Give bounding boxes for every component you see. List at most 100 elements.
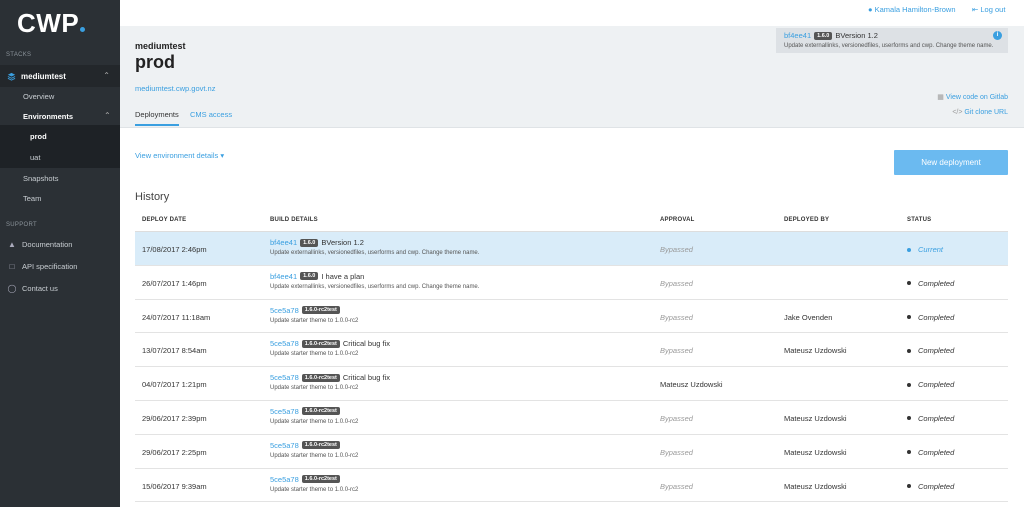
status-dot-icon (907, 315, 911, 320)
commit-message: Update externallinks, versionedfiles, us… (270, 250, 480, 256)
commit-message: Update starter theme to 1.0.0-rc2 (270, 452, 359, 459)
sidebar-item-snapshots[interactable]: Snapshots (23, 174, 58, 183)
table-row[interactable]: 29/06/2017 2:39pm 5ce5a78 1.6.0-rc2test Upd… (135, 401, 1008, 435)
top-bar: ● Kamala Hamilton-Brown ⇤ Log out (120, 0, 1024, 26)
approval: Bypassed (660, 447, 693, 457)
logout-icon: ⇤ (972, 5, 979, 14)
sidebar-item-environments[interactable]: Environments (23, 112, 73, 121)
table-row[interactable]: 26/07/2017 1:46pm bf4ee41 1.6.0 I have a pl… (135, 266, 1008, 300)
tab-cms-access[interactable]: CMS access (190, 110, 232, 119)
deployed-by: Mateusz Uzdowski (784, 447, 847, 457)
view-environment-details-toggle[interactable]: View environment details ▾ (135, 151, 224, 160)
code-icon: </> (952, 109, 963, 116)
sidebar-env-uat[interactable]: uat (30, 153, 40, 162)
history-title: History (135, 191, 170, 203)
sidebar-item-api-spec[interactable]: □ API specification (7, 262, 78, 271)
table-row[interactable]: 04/07/2017 1:21pm 5ce5a78 1.6.0-rc2test Cri… (135, 367, 1008, 401)
version-badge: 1.6.0-rc2test (301, 441, 340, 450)
stack-label: mediumtest (21, 71, 66, 81)
build-details: 5ce5a78 1.6.0-rc2test Critical bug fix Upda… (270, 339, 390, 357)
cwp-logo[interactable]: CWP (17, 8, 92, 39)
chevron-up-icon[interactable]: ⌃ (103, 71, 110, 80)
commit-hash-link[interactable]: 5ce5a78 (270, 306, 299, 315)
approval: Bypassed (660, 346, 693, 356)
sidebar-item-contact[interactable]: ◯ Contact us (7, 284, 58, 293)
commit-hash-link[interactable]: 5ce5a78 (270, 373, 299, 382)
col-approval: APPROVAL (660, 217, 695, 223)
commit-hash-link[interactable]: 5ce5a78 (270, 441, 299, 450)
support-heading: SUPPORT (6, 222, 37, 228)
version-badge: 1.6.0 (300, 272, 319, 281)
status-label: Completed (918, 380, 955, 390)
commit-hash-link[interactable]: bf4ee41 (784, 31, 811, 40)
version-badge: 1.6.0 (814, 31, 833, 40)
graduation-cap-icon: ▲ (8, 240, 16, 249)
status: Completed (907, 482, 954, 491)
git-clone-link[interactable]: </> Git clone URL (952, 109, 1008, 116)
view-gitlab-label: View code on Gitlab (945, 94, 1008, 101)
approval: Bypassed (660, 413, 693, 423)
sidebar-env-prod[interactable]: prod (30, 132, 47, 141)
status-dot-icon (907, 247, 911, 252)
gitlab-icon: ▦ (937, 94, 944, 101)
current-commit-box: bf4ee41 1.6.0 BVersion 1.2 Update extern… (776, 28, 1008, 53)
environment-url-link[interactable]: mediumtest.cwp.govt.nz (135, 84, 215, 93)
deploy-date: 17/08/2017 2:46pm (142, 245, 207, 254)
commit-hash-link[interactable]: 5ce5a78 (270, 407, 299, 416)
new-deployment-button[interactable]: New deployment (894, 150, 1008, 175)
sidebar-stack-mediumtest[interactable]: mediumtest ⌃ (0, 65, 120, 87)
table-row[interactable]: 13/07/2017 8:54am 5ce5a78 1.6.0-rc2test Cri… (135, 333, 1008, 368)
user-menu[interactable]: ● Kamala Hamilton-Brown (868, 5, 956, 14)
status-dot-icon (907, 281, 911, 286)
status-dot-icon (907, 348, 911, 353)
info-icon[interactable]: i (993, 31, 1002, 40)
sidebar-item-team[interactable]: Team (23, 194, 41, 203)
table-row[interactable]: 29/06/2017 2:25pm 5ce5a78 1.6.0-rc2test Upd… (135, 435, 1008, 469)
commit-hash-link[interactable]: bf4ee41 (270, 238, 297, 247)
commit-message: Update starter theme to 1.0.0-rc2 (270, 418, 359, 425)
build-details: bf4ee41 1.6.0 BVersion 1.2 Update externall… (270, 238, 479, 256)
status-label: Completed (918, 346, 955, 356)
commit-hash-link[interactable]: 5ce5a78 (270, 475, 299, 484)
status: Completed (907, 448, 954, 457)
deploy-date: 04/07/2017 1:21pm (142, 380, 207, 390)
status-label: Completed (918, 447, 955, 457)
version-badge: 1.6.0-rc2test (301, 373, 340, 382)
caret-down-icon: ▾ (220, 151, 225, 160)
table-row[interactable]: 17/08/2017 2:46pm bf4ee41 1.6.0 BVersion 1.… (135, 232, 1008, 266)
document-icon: □ (9, 262, 15, 271)
approval: Bypassed (660, 278, 693, 288)
logout-link[interactable]: ⇤ Log out (972, 5, 1005, 14)
contact-label: Contact us (22, 284, 58, 293)
col-deploy-date: DEPLOY DATE (142, 217, 187, 223)
status-dot-icon (907, 416, 911, 421)
sidebar-item-overview[interactable]: Overview (23, 92, 54, 101)
version-badge: 1.6.0-rc2test (301, 306, 340, 315)
commit-title: BVersion 1.2 (835, 31, 878, 40)
documentation-label: Documentation (22, 240, 73, 249)
status: Completed (907, 380, 954, 389)
col-status: STATUS (907, 217, 932, 223)
tab-deployments[interactable]: Deployments (135, 110, 179, 126)
commit-hash-link[interactable]: 5ce5a78 (270, 339, 299, 348)
status: Completed (907, 313, 954, 322)
chevron-up-icon[interactable]: ⌃ (104, 111, 111, 120)
col-deployed-by: DEPLOYED BY (784, 217, 830, 223)
deploy-date: 15/06/2017 9:39am (142, 481, 207, 491)
table-row[interactable]: 24/07/2017 11:18am 5ce5a78 1.6.0-rc2test Up… (135, 300, 1008, 334)
table-row[interactable]: 15/06/2017 9:39am 5ce5a78 1.6.0-rc2test Upd… (135, 469, 1008, 503)
commit-title: Critical bug fix (342, 339, 390, 349)
sidebar-item-documentation[interactable]: ▲ Documentation (7, 240, 72, 249)
build-details: bf4ee41 1.6.0 I have a plan Update external… (270, 272, 479, 290)
page-title: prod (135, 52, 175, 72)
commit-hash-link[interactable]: bf4ee41 (270, 272, 297, 281)
build-details: 5ce5a78 1.6.0-rc2test Update starter theme… (270, 441, 358, 459)
approval: Mateusz Uzdowski (660, 380, 723, 390)
deploy-date: 29/06/2017 2:25pm (142, 447, 207, 457)
commit-message: Update starter theme to 1.0.0-rc2 (270, 486, 359, 493)
status-label: Current (918, 245, 944, 254)
view-gitlab-link[interactable]: ▦ View code on Gitlab (937, 93, 1008, 101)
status: Completed (907, 414, 954, 423)
status-label: Completed (918, 481, 955, 491)
api-spec-label: API specification (22, 262, 78, 271)
